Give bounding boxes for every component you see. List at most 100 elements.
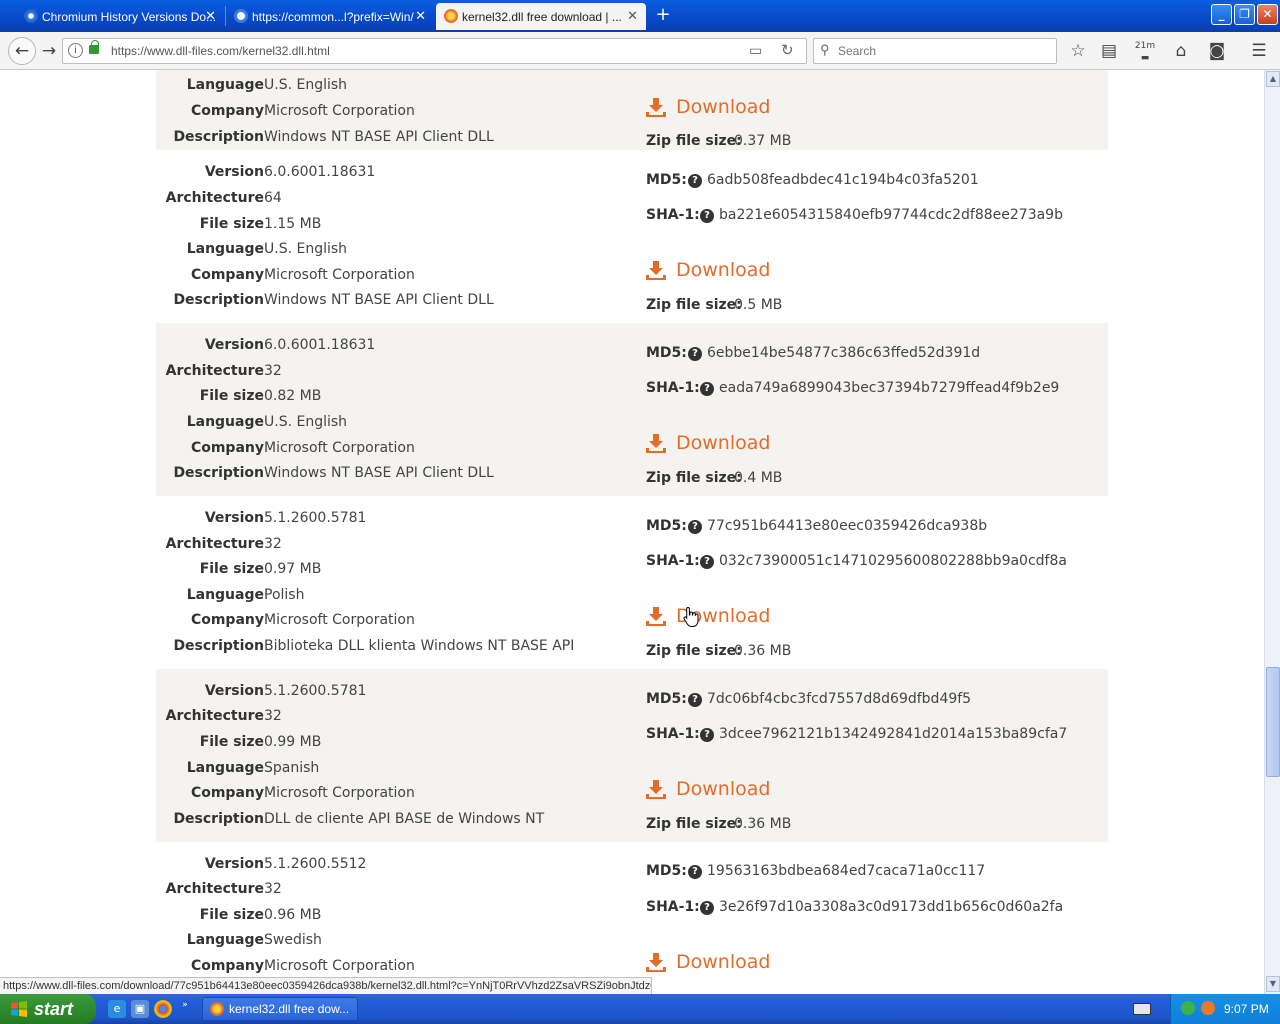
help-icon[interactable]: ? <box>688 520 702 534</box>
clock: 9:07 PM <box>1224 1002 1269 1016</box>
quicklaunch-more-icon[interactable]: » <box>180 996 190 1014</box>
file-size-label: File size <box>199 388 264 404</box>
version-label: Version <box>204 337 264 353</box>
help-icon[interactable]: ? <box>700 555 714 569</box>
help-icon[interactable]: ? <box>700 209 714 223</box>
forward-arrow-icon: → <box>41 41 57 61</box>
tab-title: Chromium History Versions Do... <box>42 9 217 24</box>
tab-kernel32[interactable]: kernel32.dll free download | ... ✕ <box>436 3 646 30</box>
vertical-scrollbar[interactable]: ▲ ▼ <box>1264 70 1280 994</box>
company-value: Microsoft Corporation <box>264 958 415 974</box>
description-value: Windows NT BASE API Client DLL <box>264 292 494 308</box>
architecture-label: Architecture <box>165 708 264 724</box>
scroll-up-button[interactable]: ▲ <box>1266 71 1280 87</box>
zip-size-label: Zip file size: <box>646 816 742 832</box>
help-icon[interactable]: ? <box>688 174 702 188</box>
close-tab-icon[interactable]: ✕ <box>415 9 426 23</box>
home-icon[interactable]: ⌂ <box>1169 40 1193 62</box>
back-button[interactable]: ← <box>8 37 36 65</box>
bookmark-star-icon[interactable]: ☆ <box>1066 40 1090 62</box>
company-label: Company <box>190 612 264 628</box>
close-tab-icon[interactable]: ✕ <box>627 9 638 23</box>
reader-view-icon[interactable]: ▭ <box>749 42 762 59</box>
md5-value: 6adb508feadbdec41c194b4c03fa5201 <box>707 172 979 188</box>
zip-size-label: Zip file size: <box>646 133 742 149</box>
architecture-value: 32 <box>264 363 282 379</box>
md5-value: 19563163bdbea684ed7caca71a0cc117 <box>707 863 986 879</box>
ie-icon[interactable]: e <box>108 1000 126 1018</box>
start-button[interactable]: start <box>0 994 96 1024</box>
downloads-icon[interactable]: 21m ▬ <box>1133 40 1157 63</box>
version-label: Version <box>204 856 264 872</box>
forward-button[interactable]: → <box>36 38 62 64</box>
search-box[interactable]: ⚲ <box>813 38 1057 64</box>
menu-icon[interactable]: ☰ <box>1247 40 1271 62</box>
tab-common-storage[interactable]: https://common...l?prefix=Win/ ✕ <box>226 3 434 30</box>
site-info-icon[interactable]: i <box>68 43 83 58</box>
sha1-value: 3dcee7962121b1342492841d2014a153ba89cfa7 <box>719 726 1068 742</box>
download-icon <box>646 434 666 453</box>
language-label: Language <box>186 414 264 430</box>
architecture-value: 64 <box>264 190 282 206</box>
zip-size-value: 0.5 MB <box>734 297 783 313</box>
architecture-label: Architecture <box>165 190 264 206</box>
chromium-icon <box>24 9 38 23</box>
help-icon[interactable]: ? <box>688 693 702 707</box>
version-value: 5.1.2600.5781 <box>264 510 367 526</box>
search-input[interactable] <box>838 42 1048 60</box>
navigation-toolbar: ← → i https://www.dll-files.com/kernel32… <box>0 32 1280 70</box>
close-window-button[interactable]: ✕ <box>1257 4 1278 25</box>
chrome-icon[interactable] <box>154 1000 172 1018</box>
description-label: Description <box>173 129 264 145</box>
keyboard-icon[interactable] <box>1133 1003 1151 1015</box>
zip-size-label: Zip file size: <box>646 297 742 313</box>
minimize-button[interactable]: _ <box>1211 4 1232 25</box>
close-tab-icon[interactable]: ✕ <box>205 9 216 23</box>
bookmarks-list-icon[interactable]: ▤ <box>1097 40 1121 62</box>
page-icon <box>234 9 248 23</box>
help-icon[interactable]: ? <box>700 382 714 396</box>
new-tab-button[interactable]: + <box>652 4 674 26</box>
sha1-label: SHA-1: <box>646 380 700 396</box>
tab-chromium-history[interactable]: Chromium History Versions Do... ✕ <box>16 3 224 30</box>
system-tray: 9:07 PM <box>1170 994 1280 1024</box>
version-value: 5.1.2600.5512 <box>264 856 367 872</box>
taskbar-item-firefox[interactable]: kernel32.dll free dow... <box>202 997 358 1021</box>
architecture-value: 32 <box>264 536 282 552</box>
version-entry: Language U.S. English Company Microsoft … <box>156 70 1108 150</box>
file-size-value: 0.99 MB <box>264 734 322 750</box>
file-size-label: File size <box>199 734 264 750</box>
version-label: Version <box>204 683 264 699</box>
hand-cursor-icon <box>683 606 699 627</box>
help-icon[interactable]: ? <box>688 865 702 879</box>
help-icon[interactable]: ? <box>688 347 702 361</box>
architecture-value: 32 <box>264 881 282 897</box>
language-value: U.S. English <box>264 77 348 93</box>
restore-button[interactable]: ❐ <box>1234 4 1255 25</box>
help-icon[interactable]: ? <box>700 728 714 742</box>
security-icon[interactable] <box>1201 1001 1215 1015</box>
download-label: Download <box>676 778 771 800</box>
md5-value: 7dc06bf4cbc3fcd7557d8d69dfbd49f5 <box>707 691 972 707</box>
download-icon <box>646 98 666 117</box>
scrollbar-thumb[interactable] <box>1266 667 1280 777</box>
file-size-value: 1.15 MB <box>264 216 322 232</box>
tab-title: kernel32.dll free download | ... <box>462 9 622 24</box>
language-value: Polish <box>264 587 305 603</box>
network-icon[interactable] <box>1181 1001 1195 1015</box>
show-desktop-icon[interactable]: ▣ <box>131 1000 149 1018</box>
version-value: 5.1.2600.5781 <box>264 683 367 699</box>
back-arrow-icon: ← <box>14 41 30 61</box>
reload-icon[interactable]: ↻ <box>781 41 794 59</box>
address-url[interactable]: https://www.dll-files.com/kernel32.dll.h… <box>111 44 330 58</box>
help-icon[interactable]: ? <box>700 901 714 915</box>
file-size-value: 0.96 MB <box>264 907 322 923</box>
download-icon <box>646 780 666 799</box>
language-label: Language <box>186 760 264 776</box>
sha1-label: SHA-1: <box>646 899 700 915</box>
address-bar[interactable]: i https://www.dll-files.com/kernel32.dll… <box>62 38 807 64</box>
company-value: Microsoft Corporation <box>264 785 415 801</box>
pocket-icon[interactable]: ◙ <box>1205 40 1229 62</box>
architecture-label: Architecture <box>165 536 264 552</box>
scroll-down-button[interactable]: ▼ <box>1266 976 1280 992</box>
